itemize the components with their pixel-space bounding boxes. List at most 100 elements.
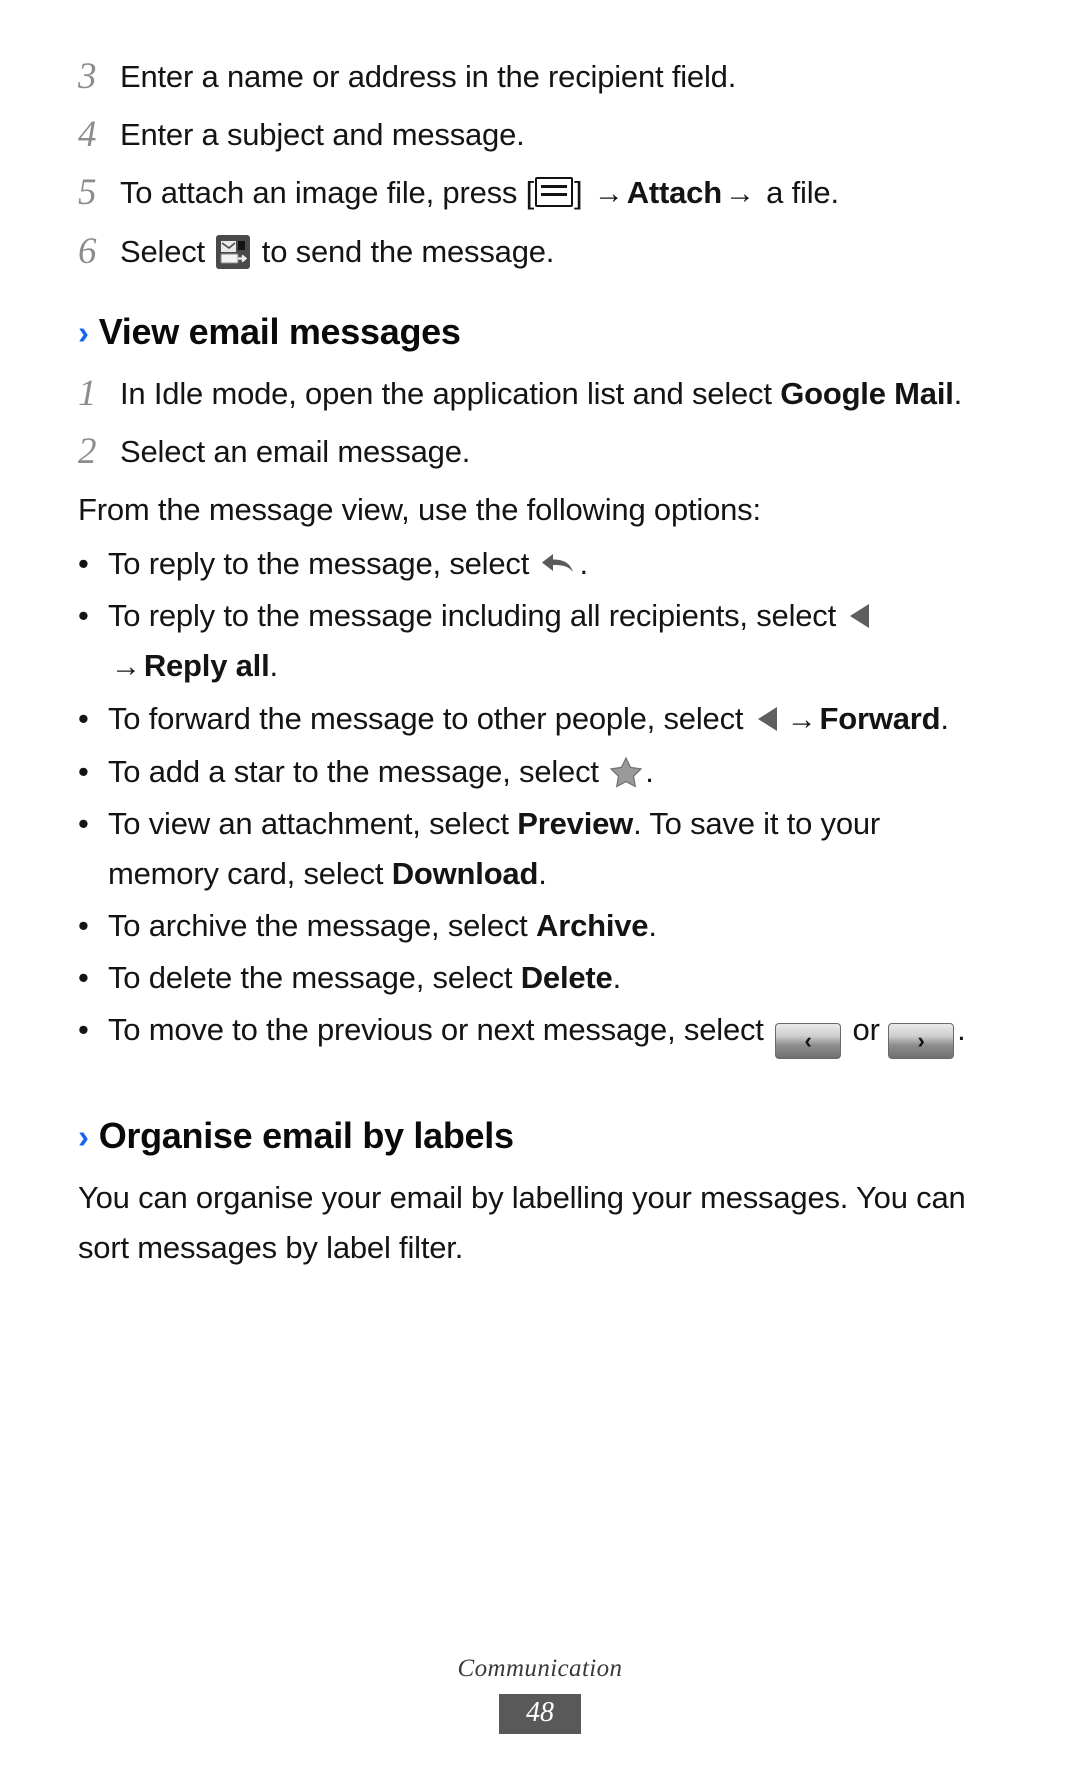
step-text: Enter a name or address in the recipient…: [120, 59, 737, 94]
step-number: 5: [78, 172, 97, 213]
text-before: To reply to the message including all re…: [108, 598, 845, 633]
chevron-right-icon: ›: [78, 314, 89, 351]
list-item-text: To reply to the message including all re…: [108, 591, 984, 692]
text-after: .: [612, 960, 622, 995]
organise-paragraph: You can organise your email by labelling…: [78, 1180, 966, 1265]
step-item: 6 Select to send the message.: [78, 227, 984, 277]
step-text-before: In Idle mode, open the application list …: [120, 376, 781, 411]
step-item: 3 Enter a name or address in the recipie…: [78, 52, 984, 102]
options-intro-paragraph: From the message view, use the following…: [78, 492, 761, 527]
list-item-text: To delete the message, select Delete.: [108, 953, 984, 1003]
bold-forward: Forward: [819, 701, 941, 736]
step-text: Select to send the message.: [120, 227, 984, 277]
text-mid: or: [844, 1012, 889, 1047]
step-number: 2: [78, 431, 97, 472]
bold-archive: Archive: [536, 908, 649, 943]
text-after: .: [957, 1012, 966, 1047]
page-content: 3 Enter a name or address in the recipie…: [78, 52, 984, 1277]
step-number: 1: [78, 373, 97, 414]
bold-delete: Delete: [520, 960, 613, 995]
bold-download: Download: [391, 856, 539, 891]
step-item: 1 In Idle mode, open the application lis…: [78, 369, 984, 419]
list-item: • To move to the previous or next messag…: [78, 1005, 984, 1059]
list-item: • To add a star to the message, select .: [78, 747, 984, 797]
step-text: To attach an image file, press [] →Attac…: [120, 168, 984, 219]
list-item-text: To forward the message to other people, …: [108, 694, 984, 745]
next-message-button[interactable]: ›: [888, 1023, 955, 1059]
arrow-glyph: →: [724, 177, 755, 210]
step-number: 4: [78, 114, 97, 155]
text-before: To delete the message, select: [108, 960, 521, 995]
step-number: 6: [78, 231, 97, 272]
text-before: To view an attachment, select: [108, 806, 518, 841]
text-before: To move to the previous or next message,…: [108, 1012, 773, 1047]
page-footer: Communication 48: [0, 1655, 1080, 1734]
text-after: .: [940, 701, 949, 736]
step-text-mid: ]: [574, 175, 591, 210]
list-item: • To reply to the message including all …: [78, 591, 984, 692]
arrow-glyph: →: [111, 650, 141, 683]
footer-chapter-label: Communication: [457, 1655, 623, 1682]
step-item: 2 Select an email message.: [78, 427, 984, 477]
previous-message-button[interactable]: ‹: [775, 1023, 842, 1059]
step-text: Enter a subject and message.: [120, 117, 525, 152]
arrow-glyph: →: [786, 703, 817, 736]
bullet-dot: •: [78, 754, 89, 789]
step-text: Select an email message.: [120, 434, 471, 469]
step-item: 5 To attach an image file, press [] →Att…: [78, 168, 984, 219]
list-item: • To archive the message, select Archive…: [78, 901, 984, 951]
options-bullet-list: • To reply to the message, select . • To…: [78, 539, 984, 1059]
list-item: • To forward the message to other people…: [78, 694, 984, 745]
step-number: 3: [78, 56, 97, 97]
bullet-dot: •: [78, 960, 89, 995]
bullet-dot: •: [78, 701, 89, 736]
list-item-text: To reply to the message, select .: [108, 539, 984, 589]
list-item: • To delete the message, select Delete.: [78, 953, 984, 1003]
step-text-after: to send the message.: [253, 234, 555, 269]
section-heading-label: Organise email by labels: [98, 1115, 514, 1156]
bullet-dot: •: [78, 1012, 89, 1047]
text-after: .: [645, 754, 654, 789]
forward-triangle-icon: [755, 699, 781, 731]
list-item-text: To move to the previous or next message,…: [108, 1005, 984, 1059]
reply-arrow-icon: [540, 544, 578, 574]
chevron-right-icon: ›: [78, 1118, 89, 1155]
text-after: .: [538, 856, 547, 891]
step-bold-attach: Attach: [626, 175, 722, 210]
text-after: .: [648, 908, 657, 943]
list-item-text: To add a star to the message, select .: [108, 747, 984, 797]
list-item: • To reply to the message, select .: [78, 539, 984, 589]
text-before: To add a star to the message, select: [108, 754, 608, 789]
send-icon: [216, 235, 251, 269]
section-heading-label: View email messages: [98, 311, 461, 352]
text-after: .: [269, 648, 279, 683]
star-icon: [609, 753, 643, 788]
step-item: 4 Enter a subject and message.: [78, 110, 984, 160]
section-heading-view-email: › View email messages: [78, 311, 984, 353]
bullet-dot: •: [78, 806, 89, 841]
manual-page: 3 Enter a name or address in the recipie…: [0, 0, 1080, 1771]
step-text-after: a file.: [757, 175, 839, 210]
step-text-after: .: [953, 376, 963, 411]
list-item-text: To view an attachment, select Preview. T…: [108, 799, 984, 899]
list-item: • To view an attachment, select Preview.…: [78, 799, 984, 899]
bullet-dot: •: [78, 598, 89, 633]
step-text-before: Select: [120, 234, 214, 269]
text-before: To reply to the message, select: [108, 546, 538, 581]
menu-key-icon: [535, 177, 574, 207]
text-before: To archive the message, select: [108, 908, 537, 943]
bold-preview: Preview: [517, 806, 634, 841]
arrow-glyph: →: [593, 177, 624, 210]
bullet-dot: •: [78, 908, 89, 943]
reply-all-triangle-icon: [847, 596, 873, 628]
step-bold-google-mail: Google Mail: [780, 376, 954, 411]
text-before: To forward the message to other people, …: [108, 701, 752, 736]
step-text: In Idle mode, open the application list …: [120, 369, 984, 419]
text-after: .: [579, 546, 589, 581]
step-text-before: To attach an image file, press [: [120, 175, 535, 210]
bullet-dot: •: [78, 546, 89, 581]
bold-reply-all: Reply all: [143, 648, 270, 683]
list-item-text: To archive the message, select Archive.: [108, 901, 984, 951]
page-number-badge: 48: [499, 1694, 581, 1734]
section-heading-organise-email: › Organise email by labels: [78, 1115, 984, 1157]
